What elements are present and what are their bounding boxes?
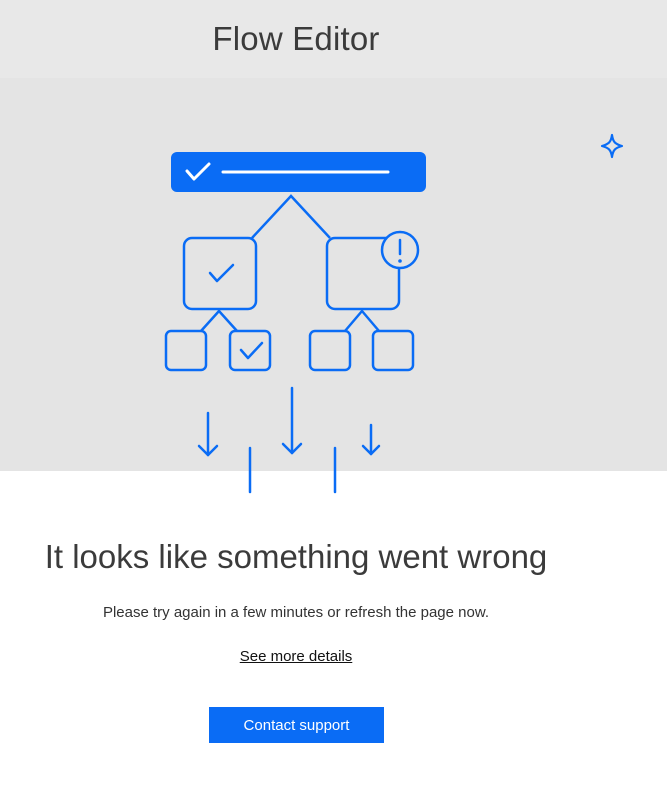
check-icon bbox=[239, 341, 264, 360]
see-more-details-link[interactable]: See more details bbox=[240, 648, 353, 665]
child-connectors bbox=[200, 309, 380, 332]
details-link-row: See more details bbox=[0, 648, 592, 665]
root-connectors bbox=[251, 194, 331, 239]
flow-root-node bbox=[171, 152, 426, 192]
flow-node-error bbox=[325, 230, 420, 311]
error-title: It looks like something went wrong bbox=[44, 538, 548, 575]
flow-leaf-nodes bbox=[164, 329, 415, 372]
error-message: Please try again in a few minutes or ref… bbox=[102, 604, 490, 621]
flow-node-success bbox=[182, 236, 258, 311]
falling-pieces bbox=[197, 386, 381, 494]
arrow-down-icon bbox=[281, 386, 303, 455]
check-icon bbox=[208, 263, 235, 283]
arrow-down-icon bbox=[197, 411, 219, 457]
broken-flow-illustration bbox=[164, 152, 426, 494]
sparkle-icon bbox=[600, 133, 624, 159]
error-page: Flow Editor It looks like something went… bbox=[0, 0, 667, 791]
arrow-down-icon bbox=[361, 423, 381, 456]
contact-support-button[interactable]: Contact support bbox=[209, 707, 384, 743]
